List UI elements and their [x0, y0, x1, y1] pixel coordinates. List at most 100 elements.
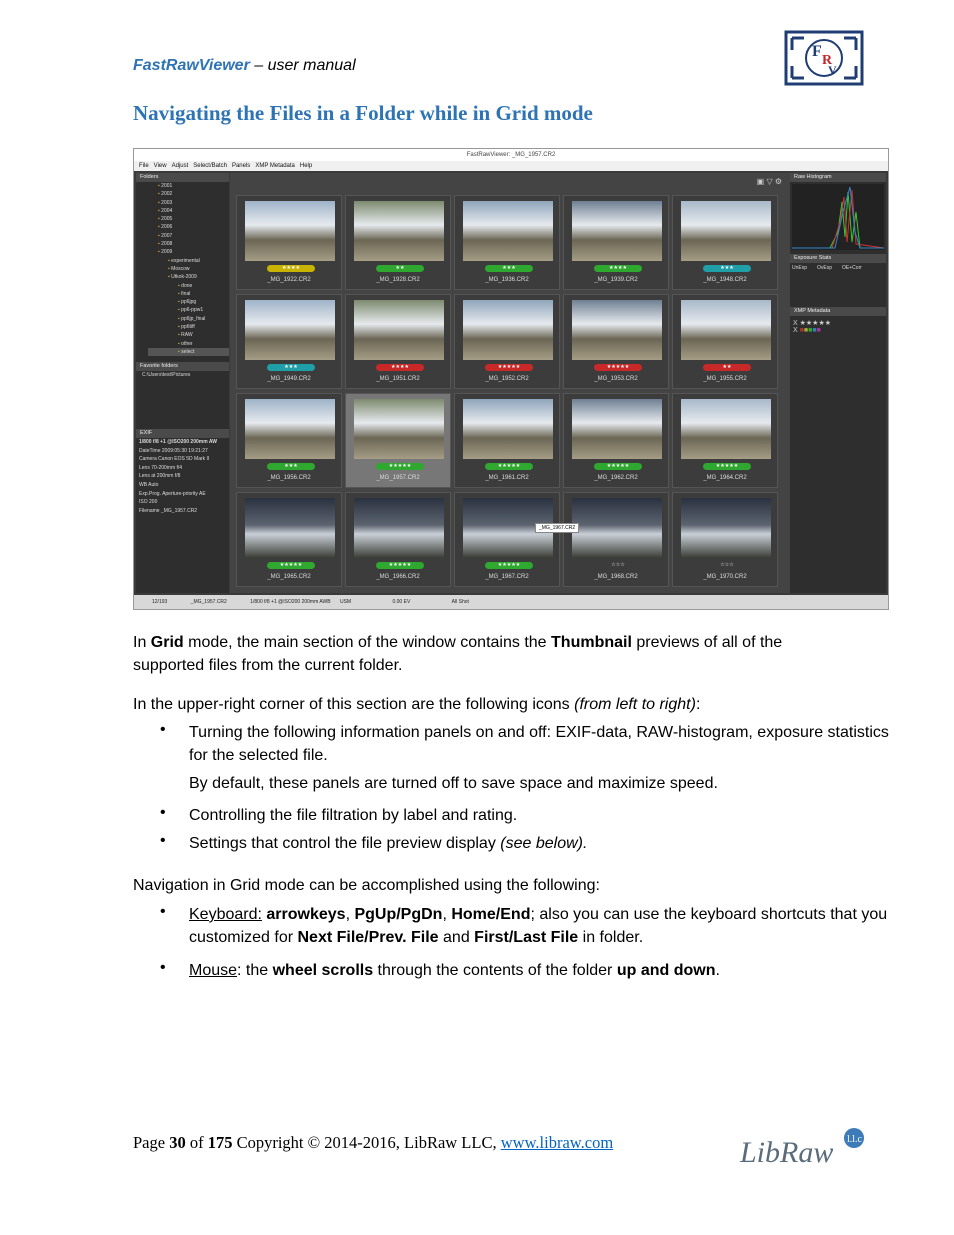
exposure-column: OvExp	[817, 265, 833, 271]
rating-label[interactable]: ★★	[376, 265, 424, 272]
svg-text:V: V	[828, 63, 837, 77]
thumbnail-image	[245, 201, 335, 261]
folder-item[interactable]: ▪ 2003	[148, 199, 229, 207]
thumbnail[interactable]: ★★★ _MG_1948.CR2	[672, 195, 778, 290]
folder-item[interactable]: ▪ done	[148, 282, 229, 290]
rating-label[interactable]: ★★★	[485, 265, 533, 272]
rating-label[interactable]: ★★★	[703, 265, 751, 272]
left-panels: Folders ▪ 2001 ▪ 2002 ▪ 2003 ▪ 2004 ▪ 2005 ▪ …	[136, 173, 229, 593]
folder-item[interactable]: ▪ select	[148, 347, 229, 357]
rating-label[interactable]: ★★	[703, 364, 751, 371]
rating-label[interactable]: ★★★★	[376, 364, 424, 371]
thumbnail[interactable]: ★★ _MG_1928.CR2	[345, 195, 451, 290]
rating-label[interactable]: ★★★★★	[376, 562, 424, 569]
wb-select[interactable]: All Shot	[452, 599, 469, 605]
thumbnail[interactable]: ★★★★★ _MG_1957.CR2	[345, 393, 451, 488]
xmp-rating-controls[interactable]: X ★★★★★ X ■■■■■	[790, 316, 886, 337]
thumbnail-image	[245, 300, 335, 360]
folder-item[interactable]: ▪ Moscow	[148, 265, 229, 273]
thumbnail[interactable]: ★★★★ _MG_1922.CR2	[236, 195, 342, 290]
folder-item[interactable]: ▪ other	[148, 340, 229, 348]
libraw-link[interactable]: www.libraw.com	[501, 1133, 613, 1152]
rating-label[interactable]: ★★★★★	[703, 463, 751, 470]
menu-item[interactable]: Select/Batch	[193, 163, 227, 169]
thumbnail-grid[interactable]: ▣ ▽ ⚙ ★★★★ _MG_1922.CR2 ★★ _MG_1928.CR2 ★★★ _…	[230, 173, 790, 593]
rating-label[interactable]: ★★★	[267, 463, 315, 470]
thumbnail-image	[463, 201, 553, 261]
thumbnail-image	[463, 300, 553, 360]
usm-button[interactable]: USM	[340, 599, 351, 605]
folder-item[interactable]: ▪ 2008	[148, 240, 229, 248]
thumbnail-image	[572, 399, 662, 459]
thumbnail-filename: _MG_1961.CR2	[485, 475, 529, 481]
list-item-filtration: Controlling the file filtration by label…	[189, 807, 518, 824]
folder-item[interactable]: ▪ 2006	[148, 223, 229, 231]
rating-label[interactable]: ★★★★	[267, 265, 315, 272]
rating-label[interactable]: ★★★★★	[485, 364, 533, 371]
thumbnail[interactable]: ☆☆☆ _MG_1968.CR2	[563, 492, 669, 587]
thumbnail-image	[572, 201, 662, 261]
thumbnail-image	[681, 498, 771, 558]
thumbnail[interactable]: ★★★★★ _MG_1964.CR2	[672, 393, 778, 488]
menu-item[interactable]: View	[154, 163, 167, 169]
rating-label[interactable]: ★★★★★	[376, 463, 424, 470]
thumbnail[interactable]: ★★★ _MG_1936.CR2	[454, 195, 560, 290]
thumbnail-filename: _MG_1953.CR2	[594, 376, 638, 382]
menu-item[interactable]: Panels	[232, 163, 250, 169]
thumbnail[interactable]: ★★★★★ _MG_1965.CR2	[236, 492, 342, 587]
rating-label[interactable]: ☆☆☆	[594, 562, 642, 569]
thumbnail[interactable]: ★★★★★ _MG_1967.CR2	[454, 492, 560, 587]
thumbnail[interactable]: ★★★ _MG_1956.CR2	[236, 393, 342, 488]
folder-item[interactable]: ▪ RAW	[148, 331, 229, 339]
panel-toggle-icons[interactable]: ▣ ▽ ⚙	[757, 177, 782, 186]
thumbnail[interactable]: ★★★★ _MG_1939.CR2	[563, 195, 669, 290]
thumbnail[interactable]: ★★★★★ _MG_1962.CR2	[563, 393, 669, 488]
folder-item[interactable]: ▪ 2002	[148, 190, 229, 198]
thumbnail[interactable]: ★★★★ _MG_1951.CR2	[345, 294, 451, 389]
thumbnail[interactable]: ★★★ _MG_1949.CR2	[236, 294, 342, 389]
folder-item[interactable]: ▪ 2007	[148, 232, 229, 240]
folder-item[interactable]: ▪ pp6jpg	[148, 298, 229, 306]
thumbnail-image	[245, 498, 335, 558]
thumbnail[interactable]: ☆☆☆ _MG_1970.CR2	[672, 492, 778, 587]
folder-item[interactable]: ▪ pp6tiff	[148, 323, 229, 331]
folder-item[interactable]: ▪ final	[148, 290, 229, 298]
rating-label[interactable]: ★★★★★	[594, 364, 642, 371]
exif-row: Lens at 200mm f/8	[139, 473, 181, 480]
svg-text:F: F	[812, 43, 822, 60]
thumbnail[interactable]: ★★★★★ _MG_1961.CR2	[454, 393, 560, 488]
favorite-folder[interactable]: C:\Users\test\Pictures	[136, 371, 229, 429]
folder-item[interactable]: ▪ 2004	[148, 207, 229, 215]
folder-item[interactable]: ▪ 2009	[148, 248, 229, 256]
menu-item[interactable]: Help	[300, 163, 312, 169]
thumbnail[interactable]: ★★★★★ _MG_1952.CR2	[454, 294, 560, 389]
rating-label[interactable]: ★★★★	[594, 265, 642, 272]
rating-label[interactable]: ★★★★★	[485, 463, 533, 470]
page-footer: Page 30 of 175 Copyright © 2014-2016, Li…	[133, 1133, 614, 1152]
rating-label[interactable]: ★★★★★	[267, 562, 315, 569]
thumbnail[interactable]: ★★ _MG_1955.CR2	[672, 294, 778, 389]
folder-tree[interactable]: ▪ 2001 ▪ 2002 ▪ 2003 ▪ 2004 ▪ 2005 ▪ 2006 ▪ 20…	[136, 182, 229, 362]
menu-item[interactable]: Adjust	[172, 163, 189, 169]
menu-item[interactable]: XMP Metadata	[255, 163, 295, 169]
rating-label[interactable]: ☆☆☆	[703, 562, 751, 569]
thumbnail[interactable]: ★★★★★ _MG_1953.CR2	[563, 294, 669, 389]
rating-label[interactable]: ★★★★★	[594, 463, 642, 470]
exif-row: Exp.Prog. Aperture-priority AE	[139, 490, 206, 497]
folder-item[interactable]: ▪ experimental	[148, 257, 229, 265]
list-item-panels: Turning the following information panels…	[189, 724, 889, 764]
exif-row: Lens 70-200mm f/4	[139, 464, 183, 471]
exif-panel-header: EXIF	[136, 429, 229, 438]
thumbnail[interactable]: ★★★★★ _MG_1966.CR2	[345, 492, 451, 587]
folder-item[interactable]: ▪ pp6-ppw1	[148, 306, 229, 314]
thumbnail-image	[463, 399, 553, 459]
ev-field[interactable]: 0.00 EV	[392, 599, 410, 605]
folder-item[interactable]: ▪ pp6jp_final	[148, 315, 229, 323]
folder-item[interactable]: ▪ Utkok-2009	[148, 273, 229, 281]
rating-label[interactable]: ★★★★★	[485, 562, 533, 569]
file-counter[interactable]: 12/193	[152, 599, 167, 605]
folder-item[interactable]: ▪ 2005	[148, 215, 229, 223]
menu-item[interactable]: File	[139, 163, 149, 169]
folder-item[interactable]: ▪ 2001	[148, 182, 229, 190]
rating-label[interactable]: ★★★	[267, 364, 315, 371]
